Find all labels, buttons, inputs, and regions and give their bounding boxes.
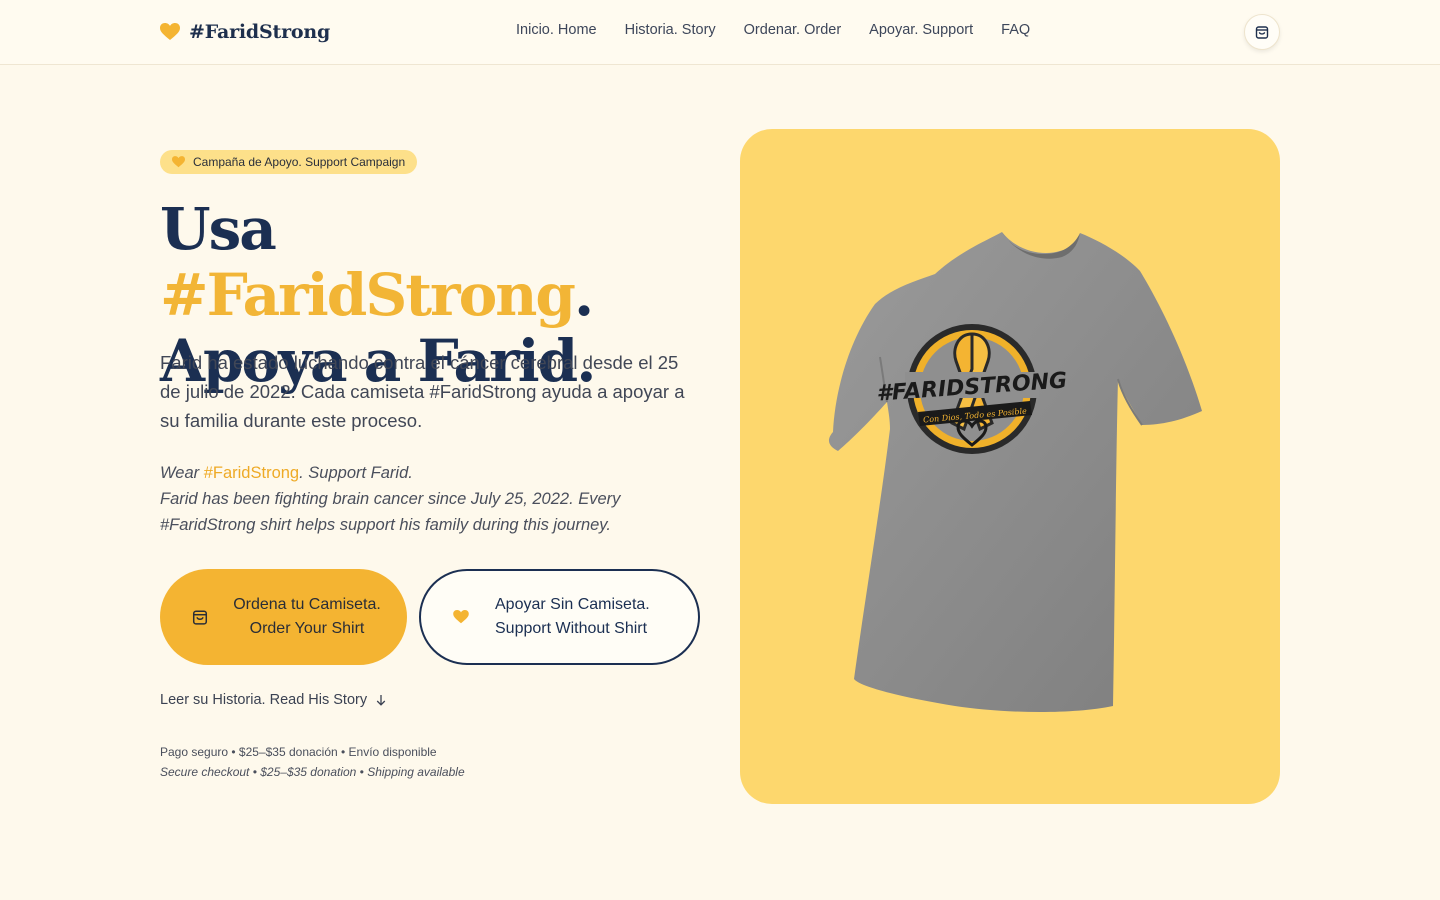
lead-en-body: Farid has been fighting brain cancer sin… xyxy=(160,490,621,534)
main-nav: Inicio. Home Historia. Story Ordenar. Or… xyxy=(516,22,1030,38)
support-label-line1: Apoyar Sin Camiseta. xyxy=(495,596,650,613)
nav-home[interactable]: Inicio. Home xyxy=(516,22,597,38)
cart-button[interactable] xyxy=(1244,14,1280,50)
checkout-info-spanish: Pago seguro • $25–$35 donación • Envío d… xyxy=(160,745,437,759)
heart-icon xyxy=(453,610,469,624)
campaign-badge: Campaña de Apoyo. Support Campaign xyxy=(160,150,418,174)
read-story-label: Leer su Historia. Read His Story xyxy=(160,692,368,708)
lead-en-rest: . Support Farid. xyxy=(299,464,413,482)
support-label-line2: Support Without Shirt xyxy=(495,620,648,637)
nav-support[interactable]: Apoyar. Support xyxy=(869,22,973,38)
lead-en-wear: Wear xyxy=(160,464,204,482)
tshirt-image: #FARIDSTRONG Con Dios, Todo es Posible xyxy=(828,232,1202,713)
headline-period: . xyxy=(573,261,594,329)
product-image-card: #FARIDSTRONG Con Dios, Todo es Posible xyxy=(740,129,1280,804)
order-shirt-button[interactable]: Ordena tu Camiseta. Order Your Shirt xyxy=(160,569,407,665)
brand-name: #FaridStrong xyxy=(189,21,331,43)
arrow-down-icon xyxy=(376,695,386,706)
heart-icon xyxy=(172,156,185,168)
nav-order[interactable]: Ordenar. Order xyxy=(744,22,842,38)
tshirt-body xyxy=(828,232,1202,713)
nav-story[interactable]: Historia. Story xyxy=(625,22,716,38)
support-label: Apoyar Sin Camiseta. Support Without Shir… xyxy=(495,593,650,641)
headline-accent: #FaridStrong xyxy=(160,261,576,329)
support-without-shirt-button[interactable]: Apoyar Sin Camiseta. Support Without Shir… xyxy=(419,569,700,665)
checkout-info-english: Secure checkout • $25–$35 donation • Shi… xyxy=(160,765,465,779)
nav-faq[interactable]: FAQ xyxy=(1001,22,1030,38)
order-shirt-label: Ordena tu Camiseta. Order Your Shirt xyxy=(233,596,381,637)
shopping-bag-icon xyxy=(1255,26,1269,39)
brand-logo[interactable]: #FaridStrong xyxy=(160,18,330,46)
shopping-bag-icon xyxy=(192,610,208,625)
heart-icon xyxy=(160,23,180,40)
lead-spanish: Farid ha estado luchando contra el cánce… xyxy=(160,352,685,431)
badge-label: Campaña de Apoyo. Support Campaign xyxy=(193,155,406,169)
headline-word: Usa xyxy=(160,195,277,263)
lead-en-hashtag: #FaridStrong xyxy=(203,464,300,482)
lead-english: Wear #FaridStrong. Support Farid. Farid h… xyxy=(160,460,700,538)
site-header: #FaridStrong Inicio. Home Historia. Stor… xyxy=(0,0,1440,65)
read-story-link[interactable]: Leer su Historia. Read His Story xyxy=(160,692,387,708)
